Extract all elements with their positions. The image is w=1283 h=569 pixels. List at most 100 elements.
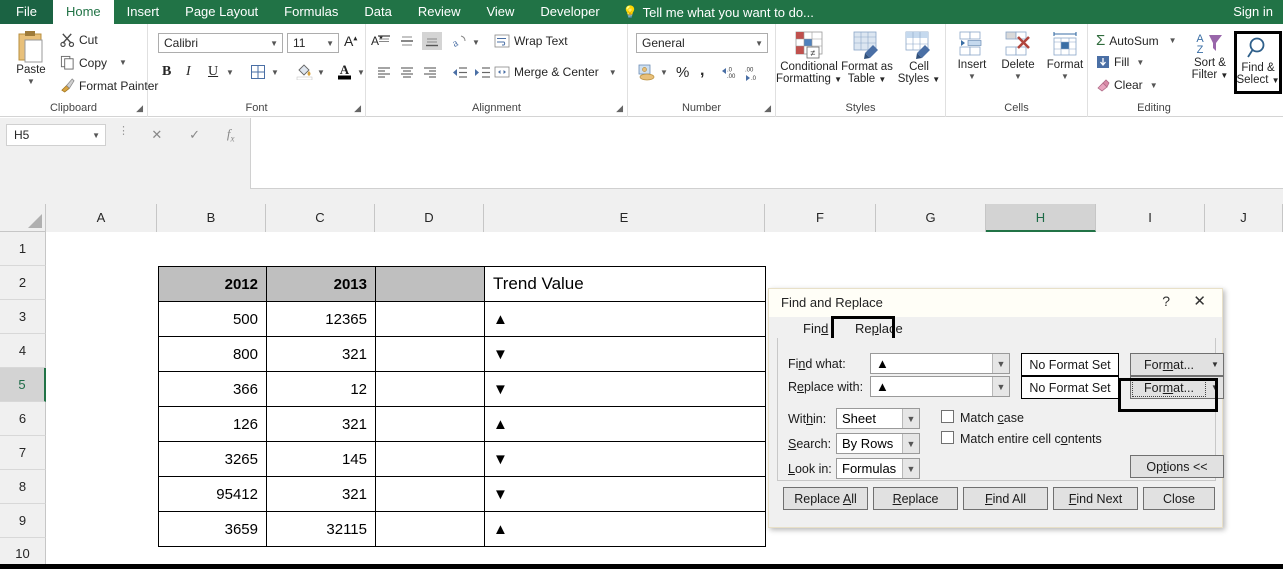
- accounting-dropdown-arrow[interactable]: ▼: [660, 68, 668, 77]
- increase-decimal-button[interactable]: .0 .00: [721, 65, 741, 81]
- delete-cells-button[interactable]: Delete ▼: [995, 31, 1041, 83]
- name-box-chevron-down-icon[interactable]: ▼: [92, 131, 100, 140]
- decrease-decimal-button[interactable]: .00 .0: [744, 65, 764, 81]
- header-cell-trend-value[interactable]: Trend Value: [484, 266, 766, 302]
- row-header-9[interactable]: 9: [0, 504, 46, 538]
- cell-b6[interactable]: 126: [158, 406, 267, 442]
- find-what-input[interactable]: ▲ ▼: [870, 353, 1010, 374]
- insert-cells-dropdown-arrow[interactable]: ▼: [968, 71, 976, 83]
- number-format-chevron-down-icon[interactable]: ▼: [755, 39, 763, 48]
- column-header-d[interactable]: D: [375, 204, 484, 232]
- format-painter-button[interactable]: Format Painter: [60, 78, 158, 93]
- find-no-format-set-button[interactable]: No Format Set: [1021, 353, 1119, 376]
- cell-b7[interactable]: 3265: [158, 441, 267, 477]
- find-format-button[interactable]: For m at... ▼: [1130, 353, 1224, 376]
- cell-e8[interactable]: ▼: [484, 476, 766, 512]
- cell-styles-button[interactable]: Cell Styles ▼: [894, 31, 944, 86]
- look-in-select[interactable]: Formulas ▼: [836, 458, 920, 479]
- row-header-8[interactable]: 8: [0, 470, 46, 504]
- cell-e4[interactable]: ▼: [484, 336, 766, 372]
- tab-find[interactable]: Find: [791, 318, 839, 339]
- orientation-button[interactable]: a: [451, 34, 468, 48]
- orientation-dropdown-arrow[interactable]: ▼: [472, 38, 480, 47]
- font-size-chevron-down-icon[interactable]: ▼: [326, 39, 334, 48]
- font-size-combo[interactable]: 11 ▼: [287, 33, 339, 53]
- cell-d4[interactable]: [375, 336, 485, 372]
- cell-b4[interactable]: 800: [158, 336, 267, 372]
- increase-font-size-button[interactable]: A▴: [344, 33, 357, 49]
- sort-filter-button[interactable]: A Z Sort & Filter ▼: [1186, 31, 1234, 82]
- font-color-dropdown-arrow[interactable]: ▼: [357, 68, 365, 77]
- cut-button[interactable]: Cut: [60, 32, 98, 47]
- underline-button[interactable]: U: [208, 64, 218, 80]
- cell-d6[interactable]: [375, 406, 485, 442]
- row-header-3[interactable]: 3: [0, 300, 46, 334]
- cell-c9[interactable]: 32115: [266, 511, 376, 547]
- name-box[interactable]: H5 ▼: [6, 124, 106, 146]
- cell-c5[interactable]: 12: [266, 371, 376, 407]
- row-header-2[interactable]: 2: [0, 266, 46, 300]
- tab-page-layout[interactable]: Page Layout: [172, 0, 271, 24]
- match-case-checkbox[interactable]: [941, 410, 954, 423]
- cell-e5[interactable]: ▼: [484, 371, 766, 407]
- tab-insert[interactable]: Insert: [114, 0, 173, 24]
- cell-d3[interactable]: [375, 301, 485, 337]
- insert-function-icon[interactable]: fx: [227, 126, 235, 144]
- cell-c3[interactable]: 12365: [266, 301, 376, 337]
- close-icon[interactable]: ✕: [1193, 292, 1206, 310]
- cell-d9[interactable]: [375, 511, 485, 547]
- underline-dropdown-arrow[interactable]: ▼: [226, 68, 234, 77]
- column-header-i[interactable]: I: [1096, 204, 1205, 232]
- cell-e3[interactable]: ▲: [484, 301, 766, 337]
- paste-button[interactable]: Paste ▼: [8, 30, 54, 88]
- row-header-6[interactable]: 6: [0, 402, 46, 436]
- copy-button[interactable]: Copy ▼: [60, 55, 127, 70]
- copy-dropdown-arrow[interactable]: ▼: [119, 58, 127, 67]
- cancel-formula-icon[interactable]: ✕: [151, 127, 162, 143]
- percent-style-button[interactable]: %: [676, 64, 689, 81]
- format-cells-dropdown-arrow[interactable]: ▼: [1061, 71, 1069, 83]
- match-entire-checkbox[interactable]: [941, 431, 954, 444]
- tab-review[interactable]: Review: [405, 0, 474, 24]
- replace-all-button[interactable]: Replace All: [783, 487, 868, 510]
- column-header-a[interactable]: A: [46, 204, 157, 232]
- within-select[interactable]: Sheet ▼: [836, 408, 920, 429]
- cell-e6[interactable]: ▲: [484, 406, 766, 442]
- tab-file[interactable]: File: [0, 0, 53, 24]
- conditional-formatting-button[interactable]: ≠ Conditional Formatting ▼: [776, 31, 842, 86]
- match-case-label[interactable]: Match case: [960, 411, 1024, 425]
- find-next-button[interactable]: Find Next: [1053, 487, 1138, 510]
- align-right-button[interactable]: [422, 66, 438, 79]
- replace-button[interactable]: Replace: [873, 487, 958, 510]
- tab-home[interactable]: Home: [52, 0, 114, 24]
- format-as-table-button[interactable]: Format as Table ▼: [839, 31, 895, 86]
- formula-input[interactable]: [250, 118, 1283, 189]
- comma-style-button[interactable]: ,: [700, 62, 704, 80]
- look-in-chevron-down-icon[interactable]: ▼: [902, 459, 919, 478]
- cell-e9[interactable]: ▲: [484, 511, 766, 547]
- cell-b8[interactable]: 95412: [158, 476, 267, 512]
- delete-cells-dropdown-arrow[interactable]: ▼: [1014, 71, 1022, 83]
- tab-replace[interactable]: Replace: [843, 318, 903, 339]
- tab-formulas[interactable]: Formulas: [271, 0, 351, 24]
- cell-c4[interactable]: 321: [266, 336, 376, 372]
- column-header-h[interactable]: H: [986, 204, 1096, 232]
- cell-d8[interactable]: [375, 476, 485, 512]
- wrap-text-button[interactable]: Wrap Text: [494, 34, 568, 48]
- header-cell-2012[interactable]: 2012: [158, 266, 267, 302]
- header-cell-2013[interactable]: 2013: [266, 266, 376, 302]
- find-what-chevron-down-icon[interactable]: ▼: [992, 354, 1009, 373]
- find-all-button[interactable]: Find All: [963, 487, 1048, 510]
- tab-data[interactable]: Data: [351, 0, 404, 24]
- search-chevron-down-icon[interactable]: ▼: [902, 434, 919, 453]
- fill-color-dropdown-arrow[interactable]: ▼: [317, 68, 325, 77]
- column-header-g[interactable]: G: [876, 204, 986, 232]
- replace-no-format-set-button[interactable]: No Format Set: [1021, 376, 1119, 399]
- column-header-j[interactable]: J: [1205, 204, 1283, 232]
- replace-with-chevron-down-icon[interactable]: ▼: [992, 377, 1009, 396]
- font-dialog-launcher-icon[interactable]: ◢: [354, 104, 361, 113]
- select-all-button[interactable]: [0, 204, 46, 232]
- fill-button[interactable]: Fill ▼: [1096, 55, 1144, 69]
- within-chevron-down-icon[interactable]: ▼: [902, 409, 919, 428]
- font-name-combo[interactable]: Calibri ▼: [158, 33, 283, 53]
